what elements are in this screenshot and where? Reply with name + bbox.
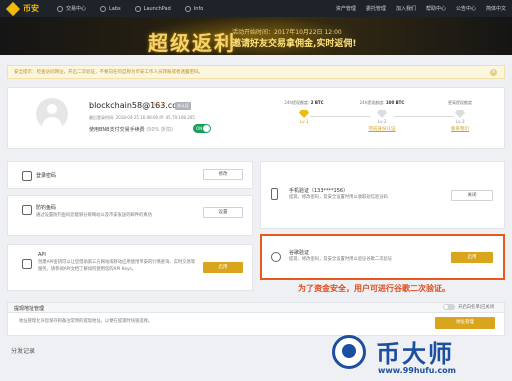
shield-code-icon [22, 205, 32, 215]
banner-time: 活动开始时间：2017年10月22日 12:00 [232, 29, 342, 36]
api-row: API 创建API密钥可以让您借助第三方网站或移动应用使用币安的行情查询、实时交… [7, 244, 253, 291]
bnb-fee-label: 使用BNB支付交易手续费 (50% 折扣) [89, 127, 173, 133]
set-anti-phishing-button[interactable]: 设置 [203, 207, 243, 218]
brand-logo[interactable]: 币安 [5, 1, 39, 16]
exchange-icon [57, 5, 63, 12]
binance-logo-icon [5, 1, 21, 16]
nav-item-info[interactable]: Info [184, 5, 203, 12]
language-selector[interactable]: 简体中文 [486, 5, 506, 12]
nav-item-exchange[interactable]: 交易中心 [57, 5, 86, 12]
nav-orders[interactable]: 委托管理 [366, 5, 386, 12]
nav-help[interactable]: 帮助中心 [426, 5, 446, 12]
security-notice: 安全提示：检查访问网址，开启二次验证，不要向任何自称为币安工作人员转账或者透露密… [7, 65, 505, 79]
watermark-logo-icon [332, 335, 366, 369]
level-badge: Lv.1 [154, 102, 165, 108]
annotation-caption: 为了资金安全，用户可进行谷歌二次验证。 [298, 283, 450, 293]
main-nav: 交易中心 Labs LaunchPad Info [57, 5, 217, 12]
whitelist-toggle[interactable]: 开启白名单|已关闭 [443, 304, 494, 310]
level-2: 24h提现额度: 100 BTC Lv.2 完成身份认证 [352, 100, 412, 132]
disable-sms-button[interactable]: 关闭 [451, 190, 493, 201]
verification-badge: 未认证 [175, 102, 191, 110]
user-nav: 资产管理 委托管理 加入我们 帮助中心 公告中心 简体中文 [326, 0, 506, 17]
launchpad-icon [134, 5, 141, 12]
level-3: 更高提现额度 Lv.3 联系我们 [430, 100, 490, 132]
diamond-icon [377, 110, 387, 118]
diamond-icon [455, 110, 465, 118]
profile-card: blockchain58@163.com Lv.1 未认证 最后登录时间: 20… [7, 87, 505, 149]
nav-assets[interactable]: 资产管理 [336, 5, 356, 12]
lock-icon [22, 171, 32, 181]
withdraw-address-card: 提现地址管理 开启白名单|已关闭 地址管理允许您保存和备注常用的提现地址，以便在… [7, 302, 505, 336]
last-login-info: 最后登录时间: 2018-04-25 16:08:00 IP: 45.79.10… [89, 115, 195, 120]
login-password-row: 登录密码 修改 [7, 161, 253, 189]
withdraw-desc: 地址管理允许您保存和备注常用的提现地址，以便在提现时快速选择。 [19, 319, 153, 324]
sms-verification-row: 手机验证（133****156） 提现、修改密码，及安全设置时用以收取短信验证码… [260, 161, 505, 229]
info-icon [184, 5, 191, 12]
distribution-records-title: 分发记录 [11, 348, 36, 355]
enable-api-button[interactable]: 启用 [203, 262, 243, 273]
notice-text: 安全提示：检查访问网址，开启二次验证，不要向任何自称为币安工作人员转账或者透露密… [14, 70, 203, 75]
level-1: 24h提现额度: 2 BTC Lv.1 [284, 100, 324, 125]
top-navigation-bar: 币安 交易中心 Labs LaunchPad Info 资产管理 委托管理 加入… [0, 0, 512, 17]
banner-title: 超级返利 [148, 31, 236, 55]
diamond-icon [299, 110, 309, 118]
verification-levels: 24h提现额度: 2 BTC Lv.1 24h提现额度: 100 BTC Lv.… [274, 100, 490, 140]
close-icon[interactable]: × [490, 69, 497, 76]
bnb-discount: (50% 折扣) [146, 127, 173, 133]
banner-slogan: 邀请好友交易拿佣金,实时返佣! [232, 39, 357, 49]
brand-name: 币安 [23, 4, 39, 13]
address-management-button[interactable]: 地址管理 [435, 317, 495, 329]
withdraw-header: 提现地址管理 开启白名单|已关闭 [8, 303, 504, 313]
api-icon [22, 259, 32, 269]
nav-item-launchpad[interactable]: LaunchPad [134, 5, 171, 12]
avatar [36, 98, 68, 130]
bnb-fee-toggle[interactable]: ON [193, 124, 211, 133]
nav-announcements[interactable]: 公告中心 [456, 5, 476, 12]
phone-icon [271, 188, 278, 200]
anti-phishing-row: 防钓鱼码 通过设置防钓鱼码您能够分辨网站以及币安发送的邮件的真伪 设置 [7, 195, 253, 236]
nav-item-labs[interactable]: Labs [100, 5, 121, 12]
account-email: blockchain58@163.com [89, 101, 185, 110]
change-password-button[interactable]: 修改 [203, 169, 243, 180]
nav-join[interactable]: 加入我们 [396, 5, 416, 12]
identity-verify-link[interactable]: 完成身份认证 [352, 126, 412, 132]
watermark: 币大师 www.99hufu.com [324, 334, 510, 380]
promo-banner[interactable]: 超级返利 活动开始时间：2017年10月22日 12:00 邀请好友交易拿佣金,… [0, 17, 512, 55]
contact-us-link[interactable]: 联系我们 [430, 126, 490, 132]
labs-icon [100, 5, 107, 12]
highlight-box [260, 234, 505, 280]
whitelist-switch[interactable] [443, 304, 456, 310]
withdraw-title: 提现地址管理 [14, 306, 45, 312]
